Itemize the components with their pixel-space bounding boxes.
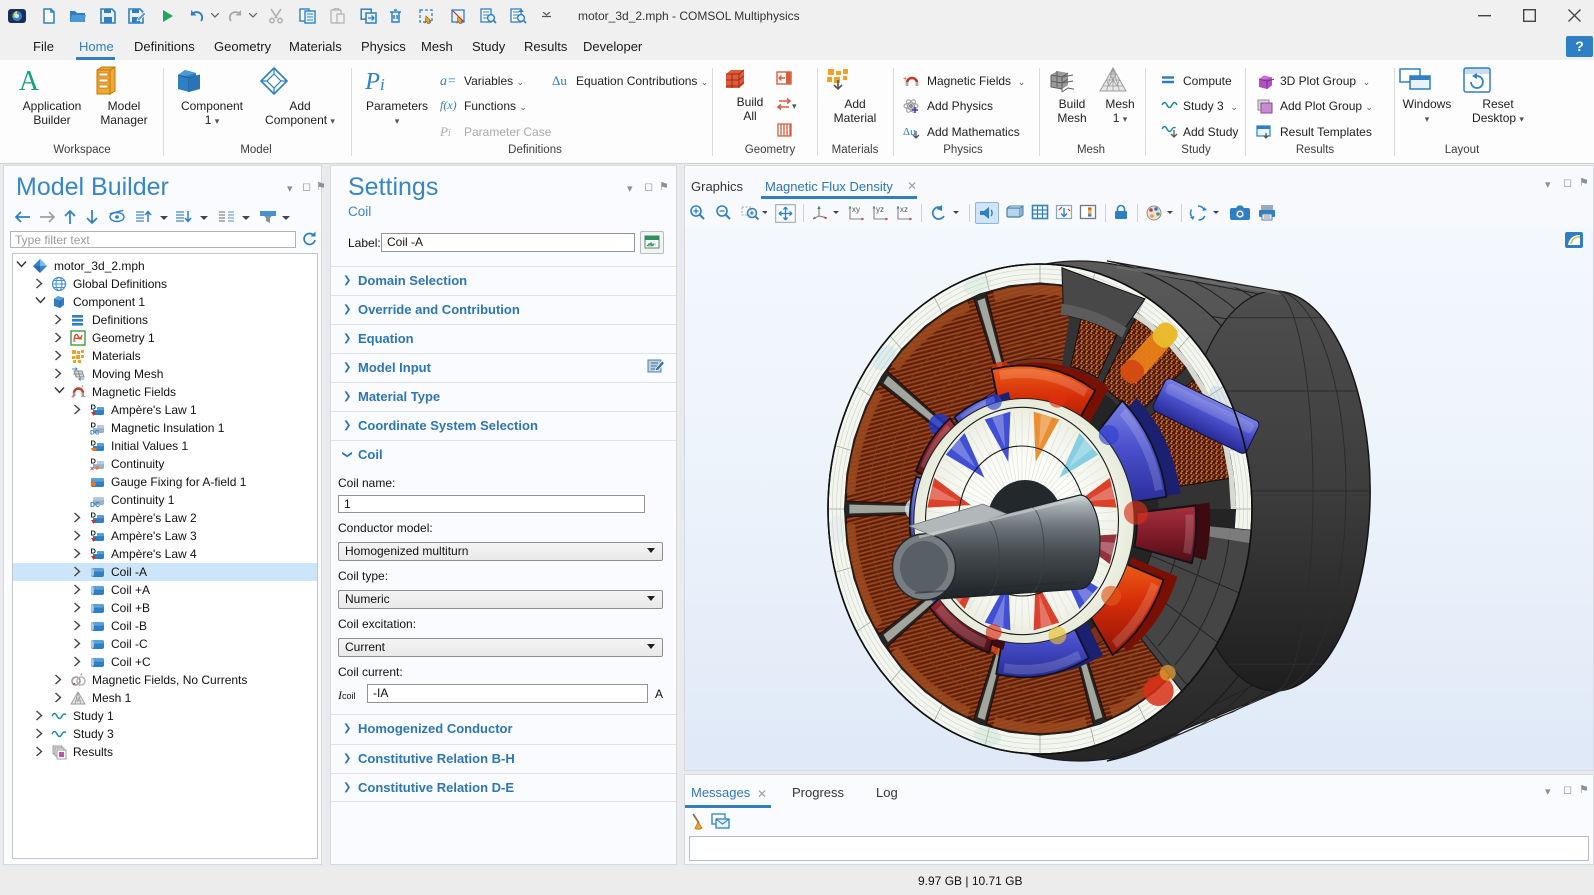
svg-text:D: D bbox=[91, 457, 97, 466]
svg-text:D: D bbox=[91, 439, 97, 448]
svg-text:a=: a= bbox=[440, 74, 456, 87]
svg-text:+: + bbox=[71, 394, 75, 400]
svg-text:D: D bbox=[91, 403, 97, 412]
svg-text:Δu: Δu bbox=[552, 73, 567, 87]
svg-text:▾: ▾ bbox=[792, 101, 797, 111]
svg-text:D: D bbox=[91, 547, 97, 556]
svg-text:yz: yz bbox=[876, 205, 884, 214]
svg-text:*: * bbox=[80, 673, 83, 680]
svg-text:×: × bbox=[90, 466, 94, 472]
svg-text:A: A bbox=[19, 66, 40, 96]
svg-text:+: + bbox=[903, 76, 907, 83]
svg-text:DC: DC bbox=[90, 502, 100, 508]
svg-text:Pi: Pi bbox=[364, 69, 385, 95]
svg-text:*: * bbox=[81, 385, 84, 392]
svg-text:–: – bbox=[81, 392, 86, 400]
svg-text:DC: DC bbox=[90, 430, 100, 437]
svg-text:f(x): f(x) bbox=[440, 98, 457, 112]
svg-text:_: _ bbox=[915, 82, 921, 89]
svg-text:Pi: Pi bbox=[440, 124, 451, 138]
svg-text:D: D bbox=[91, 511, 97, 520]
svg-text:xy: xy bbox=[852, 205, 860, 214]
svg-text:D: D bbox=[91, 421, 97, 430]
svg-text:xz: xz bbox=[900, 205, 908, 214]
svg-text:D: D bbox=[91, 529, 97, 538]
